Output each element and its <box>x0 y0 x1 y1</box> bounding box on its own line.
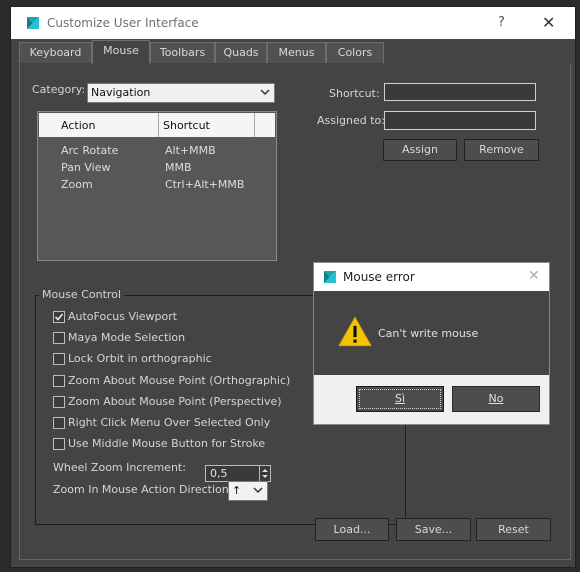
dialog-title-bar: Mouse error ✕ <box>314 263 549 291</box>
zoom-direction-select[interactable]: ↑ <box>228 481 268 501</box>
checkbox-label: Maya Mode Selection <box>68 331 186 344</box>
assigned-to-input[interactable] <box>384 111 536 130</box>
lock-orbit-checkbox[interactable] <box>53 353 65 365</box>
dialog-title: Mouse error <box>343 270 415 284</box>
yes-button[interactable]: Sì <box>356 386 444 412</box>
list-item-shortcut: MMB <box>165 161 192 174</box>
checkmark-icon <box>54 313 64 321</box>
checkbox-label: Zoom About Mouse Point (Perspective) <box>68 395 282 408</box>
list-item-action: Zoom <box>61 178 93 191</box>
zoom-ortho-checkbox[interactable] <box>53 375 65 387</box>
close-button[interactable]: ✕ <box>542 13 555 32</box>
list-item[interactable]: Zoom Ctrl+Alt+MMB <box>38 178 274 194</box>
autofocus-viewport-checkbox[interactable] <box>53 311 65 323</box>
category-value: Navigation <box>91 86 151 99</box>
mouse-control-title: Mouse Control <box>39 288 124 301</box>
spinner-arrows-icon[interactable] <box>259 466 270 481</box>
dialog-message: Can't write mouse <box>378 327 479 340</box>
tab-quads[interactable]: Quads <box>215 42 267 63</box>
wheel-zoom-value: 0,5 <box>210 467 228 480</box>
tab-bar: Keyboard Mouse Toolbars Quads Menus Colo… <box>11 40 575 64</box>
no-button[interactable]: No <box>452 386 540 412</box>
checkbox-label: Zoom About Mouse Point (Orthographic) <box>68 374 291 387</box>
save-button[interactable]: Save... <box>396 518 471 541</box>
zoom-direction-value: ↑ <box>232 484 242 497</box>
tab-keyboard[interactable]: Keyboard <box>19 42 92 63</box>
reset-button[interactable]: Reset <box>476 518 551 541</box>
tab-toolbars[interactable]: Toolbars <box>150 42 215 63</box>
wheel-zoom-spinner[interactable]: 0,5 <box>205 465 271 482</box>
wheel-zoom-label: Wheel Zoom Increment: <box>53 461 186 474</box>
assigned-to-label: Assigned to: <box>317 114 385 127</box>
warning-icon <box>338 316 372 347</box>
list-item-action: Arc Rotate <box>61 144 119 157</box>
zoom-perspective-checkbox[interactable] <box>53 396 65 408</box>
zoom-direction-label: Zoom In Mouse Action Direction: <box>53 483 233 496</box>
mouse-error-dialog: Mouse error ✕ Can't write mouse Sì No <box>313 262 550 425</box>
chevron-down-icon <box>253 487 263 494</box>
assign-button[interactable]: Assign <box>383 139 457 161</box>
load-button[interactable]: Load... <box>315 518 389 541</box>
shortcut-label: Shortcut: <box>329 87 380 100</box>
checkbox-label: Use Middle Mouse Button for Stroke <box>68 437 266 450</box>
action-list[interactable]: Action Shortcut Arc Rotate Alt+MMB Pan V… <box>37 111 277 261</box>
app-logo-icon <box>27 17 39 29</box>
category-select[interactable]: Navigation <box>87 83 275 103</box>
dialog-body: Can't write mouse <box>314 291 549 375</box>
list-item[interactable]: Pan View MMB <box>38 161 274 177</box>
list-item-shortcut: Alt+MMB <box>165 144 216 157</box>
shortcut-input[interactable] <box>384 83 536 101</box>
list-item-action: Pan View <box>61 161 111 174</box>
checkbox-label: Lock Orbit in orthographic <box>68 352 212 365</box>
tab-mouse[interactable]: Mouse <box>92 40 150 64</box>
checkbox-label: AutoFocus Viewport <box>68 310 178 323</box>
chevron-down-icon <box>260 89 270 96</box>
help-button[interactable]: ? <box>498 15 505 30</box>
middle-mouse-stroke-checkbox[interactable] <box>53 438 65 450</box>
app-logo-icon <box>324 271 336 283</box>
tab-colors[interactable]: Colors <box>326 42 384 63</box>
column-header-action[interactable]: Action <box>39 113 159 137</box>
list-header: Action Shortcut <box>39 113 275 137</box>
maya-mode-checkbox[interactable] <box>53 332 65 344</box>
checkbox-label: Right Click Menu Over Selected Only <box>68 416 271 429</box>
window-title: Customize User Interface <box>47 16 199 30</box>
tab-menus[interactable]: Menus <box>267 42 326 63</box>
title-bar: Customize User Interface ? ✕ <box>11 7 575 39</box>
right-click-menu-checkbox[interactable] <box>53 417 65 429</box>
dialog-footer: Sì No <box>314 375 549 424</box>
list-item[interactable]: Arc Rotate Alt+MMB <box>38 144 274 160</box>
column-header-shortcut[interactable]: Shortcut <box>159 113 255 137</box>
remove-button[interactable]: Remove <box>464 139 539 161</box>
dialog-close-button[interactable]: ✕ <box>528 268 540 284</box>
category-label: Category: <box>32 83 86 96</box>
list-item-shortcut: Ctrl+Alt+MMB <box>165 178 245 191</box>
